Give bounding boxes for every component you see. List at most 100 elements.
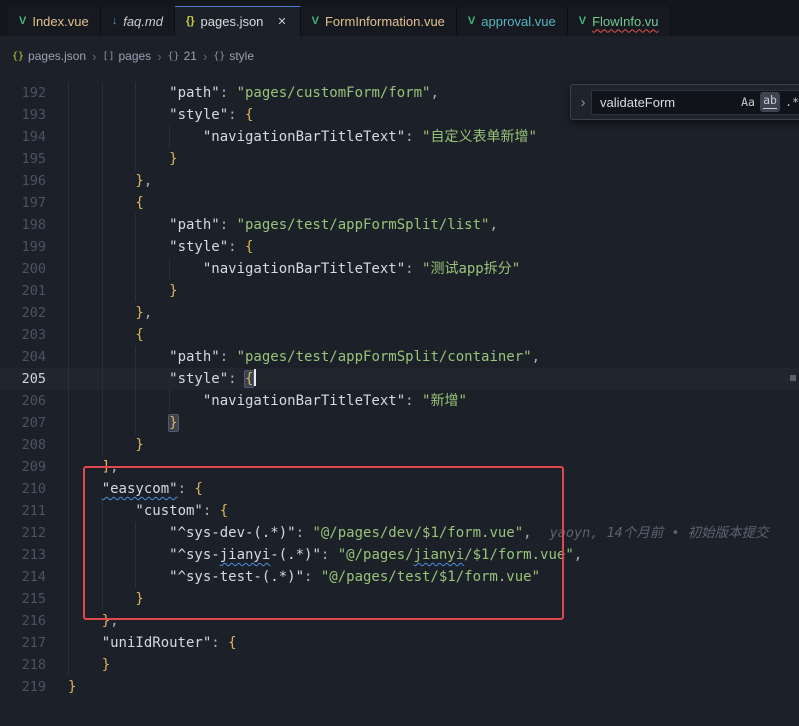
gutter-line-number[interactable]: 197: [0, 192, 46, 214]
code-line-content[interactable]: }: [68, 676, 799, 698]
gutter-line-number[interactable]: 192: [0, 82, 46, 104]
whole-word-icon[interactable]: ab: [760, 92, 780, 112]
code-line[interactable]: 210 "easycom": {: [0, 478, 799, 500]
code-line-content[interactable]: }: [68, 148, 799, 170]
code-line-content[interactable]: },: [68, 610, 799, 632]
code-line[interactable]: 198 "path": "pages/test/appFormSplit/list…: [0, 214, 799, 236]
gutter-line-number[interactable]: 212: [0, 522, 46, 544]
code-line-content[interactable]: }: [68, 654, 799, 676]
code-line[interactable]: 197 {: [0, 192, 799, 214]
gutter-line-number[interactable]: 213: [0, 544, 46, 566]
code-line[interactable]: 202},: [0, 302, 799, 324]
code-line[interactable]: 194 "navigationBarTitleText": "自定义表单新增": [0, 126, 799, 148]
code-line[interactable]: 208}: [0, 434, 799, 456]
gutter-line-number[interactable]: 196: [0, 170, 46, 192]
tab-approval.vue[interactable]: Vapproval.vue: [457, 6, 568, 36]
code-line-content[interactable]: {: [68, 324, 799, 346]
code-line[interactable]: 211 "custom": {: [0, 500, 799, 522]
close-icon[interactable]: ✕: [275, 14, 288, 29]
gutter-line-number[interactable]: 210: [0, 478, 46, 500]
code-line-content[interactable]: },: [68, 170, 799, 192]
gutter-line-number[interactable]: 204: [0, 346, 46, 368]
tab-faq.md[interactable]: ↓faq.md: [101, 6, 175, 36]
code-line[interactable]: 207}: [0, 412, 799, 434]
gutter-line-number[interactable]: 216: [0, 610, 46, 632]
gutter-line-number[interactable]: 194: [0, 126, 46, 148]
code-line-content[interactable]: "path": "pages/test/appFormSplit/list",: [68, 214, 799, 236]
match-case-icon[interactable]: Aa: [738, 92, 758, 112]
code-line[interactable]: 205 "style": {: [0, 368, 799, 390]
gutter-line-number[interactable]: 209: [0, 456, 46, 478]
gutter-line-number[interactable]: 195: [0, 148, 46, 170]
gutter-line-number[interactable]: 219: [0, 676, 46, 698]
code-line-content[interactable]: "navigationBarTitleText": "新增": [68, 390, 799, 412]
gutter-line-number[interactable]: 217: [0, 632, 46, 654]
code-line-content[interactable]: }: [68, 412, 799, 434]
gutter-line-number[interactable]: 218: [0, 654, 46, 676]
code-line[interactable]: 215}: [0, 588, 799, 610]
find-replace-toggle[interactable]: ›: [575, 85, 591, 119]
code-line-content[interactable]: ],: [68, 456, 799, 478]
gutter-line-number[interactable]: 198: [0, 214, 46, 236]
gutter-line-number[interactable]: 199: [0, 236, 46, 258]
find-input[interactable]: Aa ab .*: [591, 90, 799, 115]
code-line[interactable]: 217 "uniIdRouter": {: [0, 632, 799, 654]
code-line-content[interactable]: "custom": {: [68, 500, 799, 522]
gutter-line-number[interactable]: 205: [0, 368, 46, 390]
code-line[interactable]: 213 "^sys-jianyi-(.*)": "@/pages/jianyi/$…: [0, 544, 799, 566]
tab-FormInformation.vue[interactable]: VFormInformation.vue: [301, 6, 457, 36]
code-line-content[interactable]: },: [68, 302, 799, 324]
gutter-line-number[interactable]: 202: [0, 302, 46, 324]
editor[interactable]: 192"path": "pages/customForm/form",193"s…: [0, 70, 799, 726]
code-line-content[interactable]: "path": "pages/test/appFormSplit/contain…: [68, 346, 799, 368]
gutter-line-number[interactable]: 214: [0, 566, 46, 588]
code-line-content[interactable]: "style": {: [68, 236, 799, 258]
code-line[interactable]: 216},: [0, 610, 799, 632]
tab-pages.json[interactable]: {}pages.json✕: [175, 6, 301, 36]
find-text-input[interactable]: [598, 94, 736, 111]
code-line[interactable]: 204 "path": "pages/test/appFormSplit/cont…: [0, 346, 799, 368]
code-token: "style": [169, 239, 228, 255]
code-line-content[interactable]: "^sys-jianyi-(.*)": "@/pages/jianyi/$1/f…: [68, 544, 799, 566]
code-line-content[interactable]: "^sys-dev-(.*)": "@/pages/dev/$1/form.vu…: [68, 522, 799, 544]
code-line-content[interactable]: }: [68, 280, 799, 302]
code-line[interactable]: 201}: [0, 280, 799, 302]
code-line-content[interactable]: }: [68, 588, 799, 610]
code-line[interactable]: 218}: [0, 654, 799, 676]
breadcrumb-item-pages[interactable]: []pages: [102, 49, 151, 63]
code-line-content[interactable]: "easycom": {: [68, 478, 799, 500]
code-line[interactable]: 209],: [0, 456, 799, 478]
code-line-content[interactable]: "^sys-test-(.*)": "@/pages/test/$1/form.…: [68, 566, 799, 588]
gutter-line-number[interactable]: 201: [0, 280, 46, 302]
code-line-content[interactable]: {: [68, 192, 799, 214]
gutter-line-number[interactable]: 208: [0, 434, 46, 456]
breadcrumb-item-21[interactable]: {}21: [168, 49, 197, 63]
code-line[interactable]: 219}: [0, 676, 799, 698]
gutter-line-number[interactable]: 200: [0, 258, 46, 280]
code-line[interactable]: 199 "style": {: [0, 236, 799, 258]
breadcrumb-item-pages.json[interactable]: {}pages.json: [12, 49, 86, 63]
code-line-content[interactable]: "style": {: [68, 368, 799, 390]
gutter-line-number[interactable]: 193: [0, 104, 46, 126]
tab-Index.vue[interactable]: VIndex.vue: [8, 6, 101, 36]
regex-icon[interactable]: .*: [782, 92, 799, 112]
gutter-line-number[interactable]: 207: [0, 412, 46, 434]
scrollbar-marker[interactable]: [790, 375, 796, 381]
breadcrumb-item-style[interactable]: {}style: [213, 49, 254, 63]
code-line[interactable]: 195}: [0, 148, 799, 170]
gutter-line-number[interactable]: 211: [0, 500, 46, 522]
code-line[interactable]: 214 "^sys-test-(.*)": "@/pages/test/$1/fo…: [0, 566, 799, 588]
code-line-content[interactable]: "navigationBarTitleText": "自定义表单新增": [68, 126, 799, 148]
gutter-line-number[interactable]: 203: [0, 324, 46, 346]
code-line-content[interactable]: }: [68, 434, 799, 456]
code-line[interactable]: 200 "navigationBarTitleText": "测试app拆分": [0, 258, 799, 280]
code-line-content[interactable]: "uniIdRouter": {: [68, 632, 799, 654]
code-line[interactable]: 206 "navigationBarTitleText": "新增": [0, 390, 799, 412]
gutter-line-number[interactable]: 206: [0, 390, 46, 412]
code-line[interactable]: 203 {: [0, 324, 799, 346]
code-line[interactable]: 196},: [0, 170, 799, 192]
gutter-line-number[interactable]: 215: [0, 588, 46, 610]
tab-FlowInfo.vu[interactable]: VFlowInfo.vu: [568, 6, 671, 36]
code-line[interactable]: 212 "^sys-dev-(.*)": "@/pages/dev/$1/form…: [0, 522, 799, 544]
code-line-content[interactable]: "navigationBarTitleText": "测试app拆分": [68, 258, 799, 280]
